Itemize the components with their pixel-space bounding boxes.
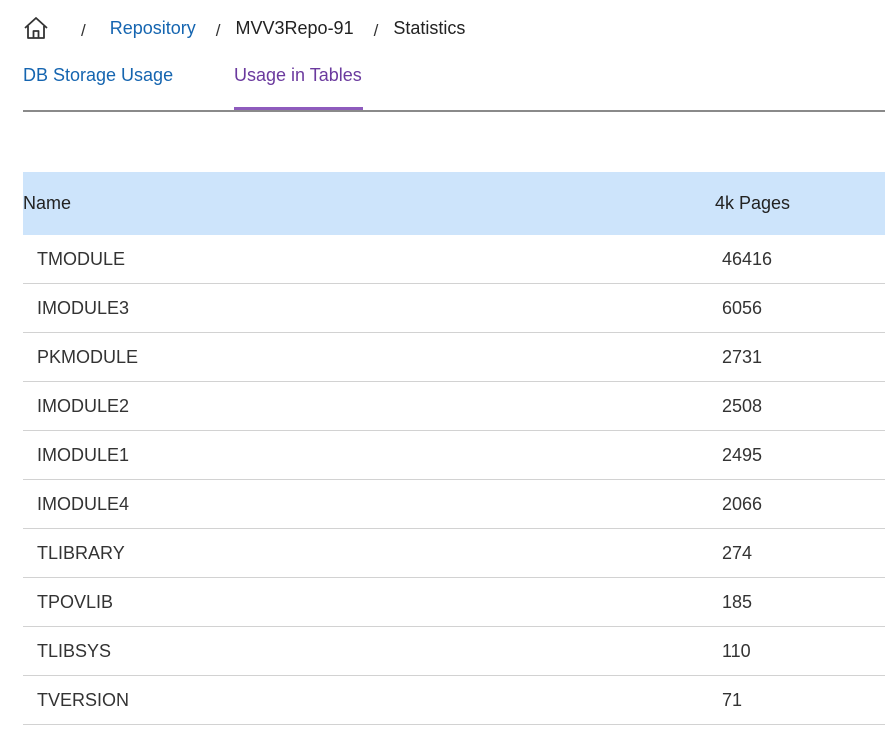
tab-db-storage-usage[interactable]: DB Storage Usage <box>23 58 173 110</box>
column-header-name[interactable]: Name <box>23 193 715 214</box>
table-cell-pages: 2066 <box>722 493 763 514</box>
table-cell-pages: 2495 <box>722 444 763 465</box>
tab-usage-in-tables[interactable]: Usage in Tables <box>234 58 363 110</box>
breadcrumb-separator: / <box>373 21 379 40</box>
table-cell-name: TMODULE <box>37 248 126 269</box>
table-row: IMODULE1 2495 <box>23 431 885 480</box>
home-icon[interactable] <box>23 12 61 44</box>
breadcrumb-repository-link[interactable]: Repository <box>110 18 196 39</box>
breadcrumb-current-page: Statistics <box>393 17 466 38</box>
table-cell-name: IMODULE1 <box>37 444 130 465</box>
breadcrumb-repo-name: MVV3Repo-91 <box>235 17 354 38</box>
table-cell-name: IMODULE2 <box>37 395 130 416</box>
table-cell-name: TVERSION <box>37 689 130 710</box>
table-row: TMODULE 46416 <box>23 235 885 284</box>
table-row: TPOVLIB 185 <box>23 578 885 627</box>
table-cell-pages: 46416 <box>722 248 773 269</box>
breadcrumb-separator: / <box>81 21 86 40</box>
table-row: TLIBRARY 274 <box>23 529 885 578</box>
table-cell-name: TLIBSYS <box>37 640 112 661</box>
table-cell-name: TPOVLIB <box>37 591 114 612</box>
tab-bar: DB Storage Usage Usage in Tables <box>23 58 885 112</box>
table-row: TLIBSYS 110 <box>23 627 885 676</box>
table-cell-pages: 2508 <box>722 395 763 416</box>
table-cell-name: IMODULE4 <box>37 493 130 514</box>
table-cell-name: TLIBRARY <box>37 542 125 563</box>
table-header: Name 4k Pages <box>23 172 885 235</box>
table-cell-name: PKMODULE <box>37 346 139 367</box>
column-header-4k-pages[interactable]: 4k Pages <box>715 193 790 214</box>
table-cell-name: IMODULE3 <box>37 297 130 318</box>
table-row: IMODULE3 6056 <box>23 284 885 333</box>
table-row: IMODULE2 2508 <box>23 382 885 431</box>
table-cell-pages: 274 <box>722 542 753 563</box>
table-cell-pages: 6056 <box>722 297 763 318</box>
page: / Repository / MVV3Repo-91 / Statistics … <box>0 0 885 752</box>
table-row: IMODULE4 2066 <box>23 480 885 529</box>
table-row: PKMODULE 2731 <box>23 333 885 382</box>
table-cell-pages: 2731 <box>722 346 763 367</box>
table-cell-pages: 185 <box>722 591 753 612</box>
table-cell-pages: 71 <box>722 689 743 710</box>
table-cell-pages: 110 <box>722 640 751 661</box>
breadcrumb: / Repository / MVV3Repo-91 / Statistics <box>23 12 465 44</box>
table-row: TVERSION 71 <box>23 676 885 725</box>
breadcrumb-separator: / <box>215 21 221 40</box>
usage-table: Name 4k Pages TMODULE 46416 IMODULE3 605… <box>23 172 885 725</box>
